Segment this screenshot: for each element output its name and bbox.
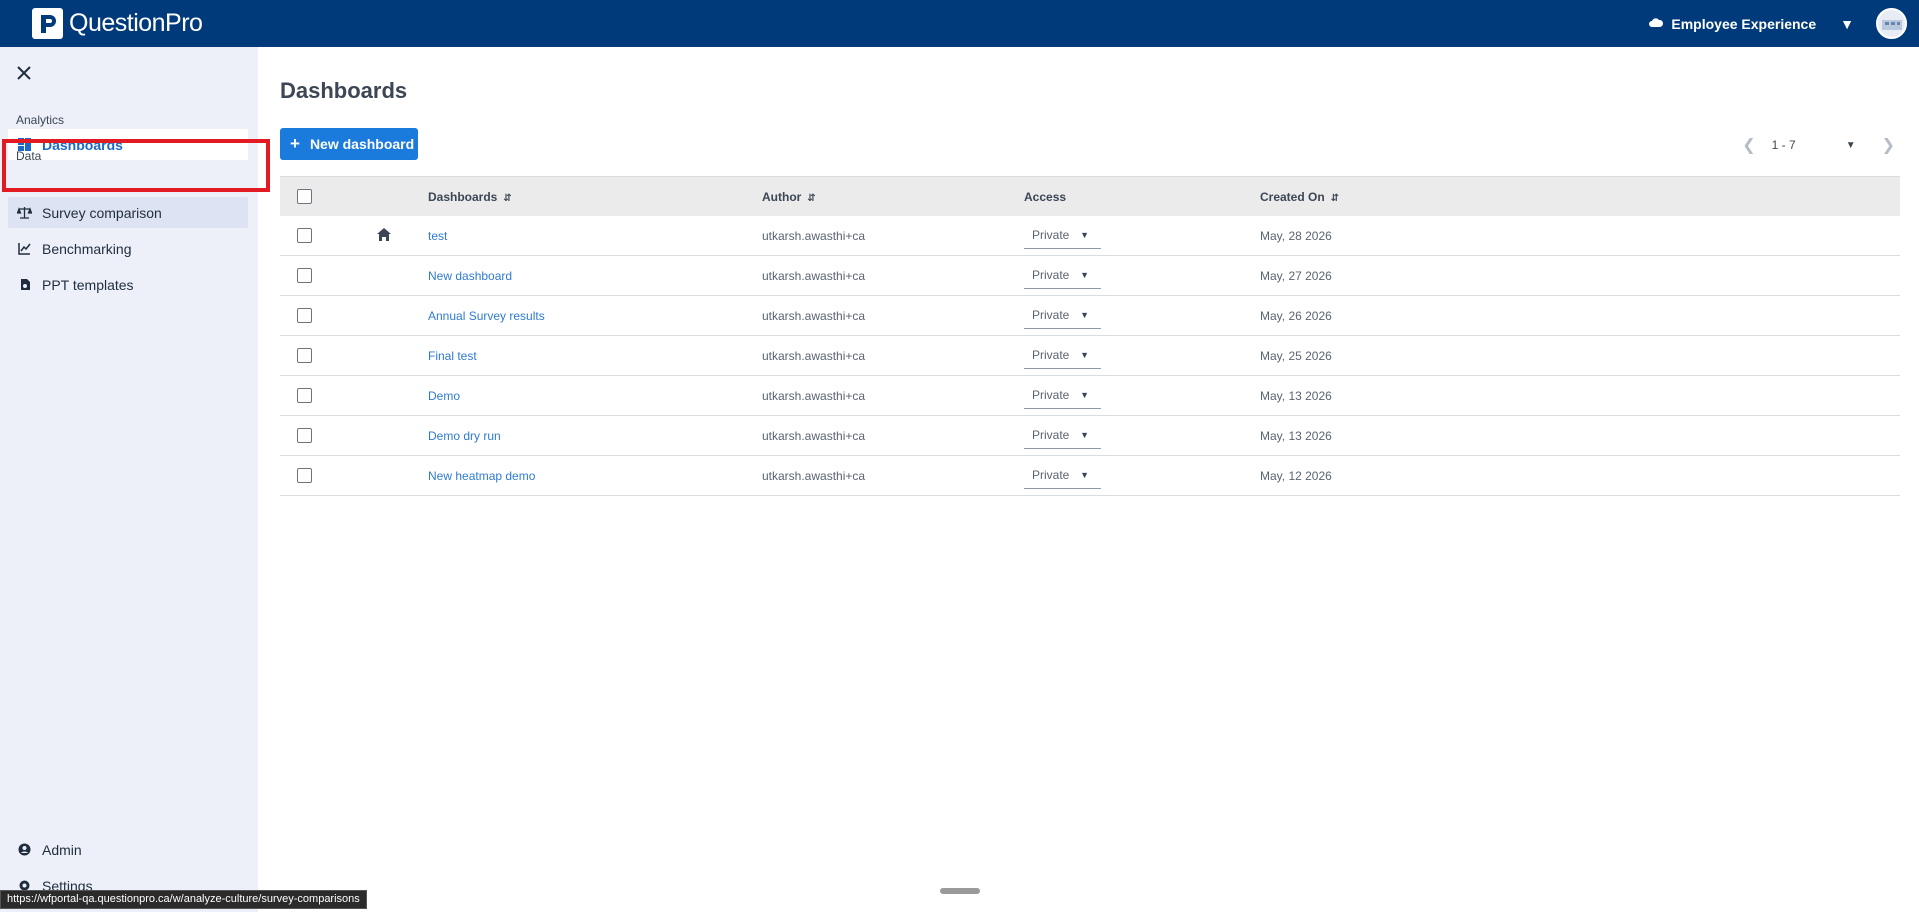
author-cell: utkarsh.awasthi+ca xyxy=(762,308,866,323)
sidebar-item-label: Benchmarking xyxy=(42,240,132,257)
created-on-cell: May, 13 2026 xyxy=(1260,388,1332,403)
new-dashboard-label: New dashboard xyxy=(309,136,415,152)
access-select[interactable]: Private ▼ xyxy=(1024,263,1101,289)
row-checkbox[interactable] xyxy=(297,308,312,323)
sidebar-item-survey-comparison[interactable]: Survey comparison xyxy=(8,197,248,228)
row-checkbox[interactable] xyxy=(297,228,312,243)
author-cell: utkarsh.awasthi+ca xyxy=(762,468,866,483)
dashboard-link[interactable]: New dashboard xyxy=(428,269,512,283)
table-header: Dashboards ⇵ Author ⇵ Access Created On ⇵ xyxy=(280,176,1900,216)
logo-text: QuestionPro xyxy=(69,9,203,37)
author-cell: utkarsh.awasthi+ca xyxy=(762,428,866,443)
table-row: Final test utkarsh.awasthi+ca Private ▼ M… xyxy=(280,336,1900,376)
dashboard-link[interactable]: Demo xyxy=(428,389,460,403)
avatar[interactable] xyxy=(1876,8,1907,39)
sort-icon[interactable]: ⇵ xyxy=(1331,193,1339,204)
column-header-created-on[interactable]: Created On ⇵ xyxy=(1260,190,1900,204)
dashboards-table: Dashboards ⇵ Author ⇵ Access Created On ⇵ t… xyxy=(280,176,1900,496)
dropdown-arrow-icon: ▼ xyxy=(1080,430,1089,440)
section-label-analytics: Analytics xyxy=(16,113,65,127)
logo-mark-icon xyxy=(32,8,63,39)
cloud-icon xyxy=(1649,16,1664,32)
table-row: New dashboard utkarsh.awasthi+ca Private… xyxy=(280,256,1900,296)
dropdown-arrow-icon: ▼ xyxy=(1080,390,1089,400)
top-bar: QuestionPro Employee Experience ▼ xyxy=(0,0,1919,47)
column-header-dashboards[interactable]: Dashboards ⇵ xyxy=(428,190,762,204)
select-all-checkbox[interactable] xyxy=(297,189,312,204)
table-row: Demo dry run utkarsh.awasthi+ca Private ▼… xyxy=(280,416,1900,456)
author-cell: utkarsh.awasthi+ca xyxy=(762,388,866,403)
sort-icon[interactable]: ⇵ xyxy=(807,193,815,204)
sidebar-item-ppt-templates[interactable]: PPT templates xyxy=(8,269,248,300)
created-on-cell: May, 28 2026 xyxy=(1260,228,1332,243)
created-on-cell: May, 12 2026 xyxy=(1260,468,1332,483)
access-select[interactable]: Private ▼ xyxy=(1024,423,1101,449)
pagination-range: 1 - 7 xyxy=(1771,138,1796,152)
chevron-right-icon[interactable]: ❯ xyxy=(1882,135,1895,155)
avatar-image-icon xyxy=(1881,19,1902,30)
pagination: ❮ 1 - 7 ▼ ❯ xyxy=(1742,135,1895,155)
sidebar-item-label: Survey comparison xyxy=(42,204,162,221)
row-checkbox[interactable] xyxy=(297,268,312,283)
dashboard-link[interactable]: test xyxy=(428,229,447,243)
dashboard-link[interactable]: Annual Survey results xyxy=(428,309,545,323)
access-select[interactable]: Private ▼ xyxy=(1024,383,1101,409)
product-switcher[interactable]: Employee Experience xyxy=(1649,16,1816,32)
author-cell: utkarsh.awasthi+ca xyxy=(762,268,866,283)
table-row: Demo utkarsh.awasthi+ca Private ▼ May, 13… xyxy=(280,376,1900,416)
row-checkbox[interactable] xyxy=(297,348,312,363)
row-checkbox[interactable] xyxy=(297,388,312,403)
sort-icon[interactable]: ⇵ xyxy=(503,193,511,204)
page-title: Dashboards xyxy=(280,78,408,103)
created-on-cell: May, 26 2026 xyxy=(1260,308,1332,323)
sidebar-item-label: Admin xyxy=(42,841,82,858)
table-row: Annual Survey results utkarsh.awasthi+ca… xyxy=(280,296,1900,336)
access-select[interactable]: Private ▼ xyxy=(1024,303,1101,329)
dropdown-arrow-icon: ▼ xyxy=(1080,270,1089,280)
line-chart-icon xyxy=(17,241,32,256)
questionpro-logo[interactable]: QuestionPro xyxy=(32,8,203,39)
column-header-author[interactable]: Author ⇵ xyxy=(762,190,1024,204)
table-row: New heatmap demo utkarsh.awasthi+ca Priv… xyxy=(280,456,1900,496)
created-on-cell: May, 27 2026 xyxy=(1260,268,1332,283)
access-select[interactable]: Private ▼ xyxy=(1024,463,1101,489)
sidebar-item-label: PPT templates xyxy=(42,276,134,293)
ppt-icon xyxy=(17,277,32,292)
product-switch-label: Employee Experience xyxy=(1671,15,1817,32)
dashboard-link[interactable]: Final test xyxy=(428,349,477,363)
dashboard-link[interactable]: New heatmap demo xyxy=(428,469,535,483)
home-icon xyxy=(377,227,391,244)
dropdown-arrow-icon: ▼ xyxy=(1080,350,1089,360)
plus-icon: + xyxy=(290,134,300,153)
access-select[interactable]: Private ▼ xyxy=(1024,343,1101,369)
chevron-left-icon[interactable]: ❮ xyxy=(1742,135,1755,155)
status-bar-url: https://wfportal-qa.questionpro.ca/w/ana… xyxy=(0,890,367,909)
annotation-highlight-box xyxy=(2,139,270,192)
author-cell: utkarsh.awasthi+ca xyxy=(762,348,866,363)
main-content: Dashboards + New dashboard ❮ 1 - 7 ▼ ❯ D… xyxy=(258,47,1919,912)
drag-handle[interactable] xyxy=(940,888,980,894)
created-on-cell: May, 25 2026 xyxy=(1260,348,1332,363)
admin-icon xyxy=(17,842,32,857)
new-dashboard-button[interactable]: + New dashboard xyxy=(280,128,418,160)
caret-down-icon[interactable]: ▼ xyxy=(1840,16,1854,32)
dashboard-link[interactable]: Demo dry run xyxy=(428,429,501,443)
page-size-dropdown-icon[interactable]: ▼ xyxy=(1846,140,1856,151)
sidebar-item-benchmarking[interactable]: Benchmarking xyxy=(8,233,248,264)
row-checkbox[interactable] xyxy=(297,468,312,483)
dropdown-arrow-icon: ▼ xyxy=(1080,230,1089,240)
table-row: test utkarsh.awasthi+ca Private ▼ May, 28… xyxy=(280,216,1900,256)
sidebar-item-admin[interactable]: Admin xyxy=(8,834,248,865)
created-on-cell: May, 13 2026 xyxy=(1260,428,1332,443)
dropdown-arrow-icon: ▼ xyxy=(1080,310,1089,320)
scale-icon xyxy=(17,205,32,220)
dropdown-arrow-icon: ▼ xyxy=(1080,470,1089,480)
row-checkbox[interactable] xyxy=(297,428,312,443)
close-sidebar-icon[interactable] xyxy=(14,63,34,83)
access-select[interactable]: Private ▼ xyxy=(1024,223,1101,249)
author-cell: utkarsh.awasthi+ca xyxy=(762,228,866,243)
column-header-access: Access xyxy=(1024,189,1067,204)
